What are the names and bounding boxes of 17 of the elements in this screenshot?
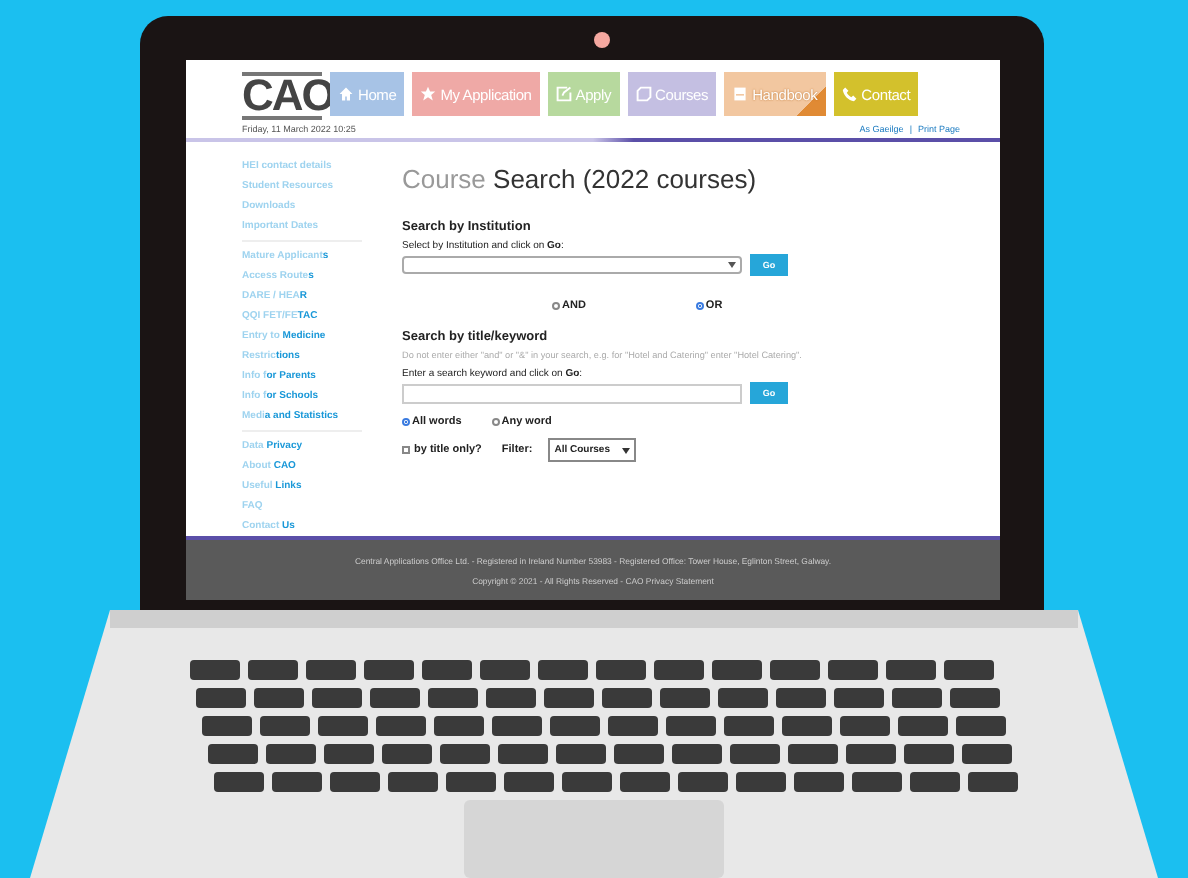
radio-button[interactable] xyxy=(552,302,560,310)
star-icon xyxy=(420,86,437,102)
checkbox[interactable] xyxy=(402,446,410,454)
radio-button[interactable] xyxy=(402,418,410,426)
radio-button[interactable] xyxy=(491,418,500,426)
radio-button[interactable] xyxy=(695,302,704,310)
caret-icon xyxy=(728,262,736,268)
keyword-field[interactable] xyxy=(402,383,742,403)
caret-icon xyxy=(622,447,630,453)
home-icon xyxy=(338,86,354,102)
phone-icon xyxy=(841,86,858,102)
page-title: Course Search (2022 courses) xyxy=(402,164,759,194)
institution-dropdown[interactable] xyxy=(402,256,742,274)
camera-icon xyxy=(594,32,610,48)
edit-icon xyxy=(555,86,572,102)
book-icon xyxy=(635,86,652,102)
book-icon xyxy=(732,86,749,102)
